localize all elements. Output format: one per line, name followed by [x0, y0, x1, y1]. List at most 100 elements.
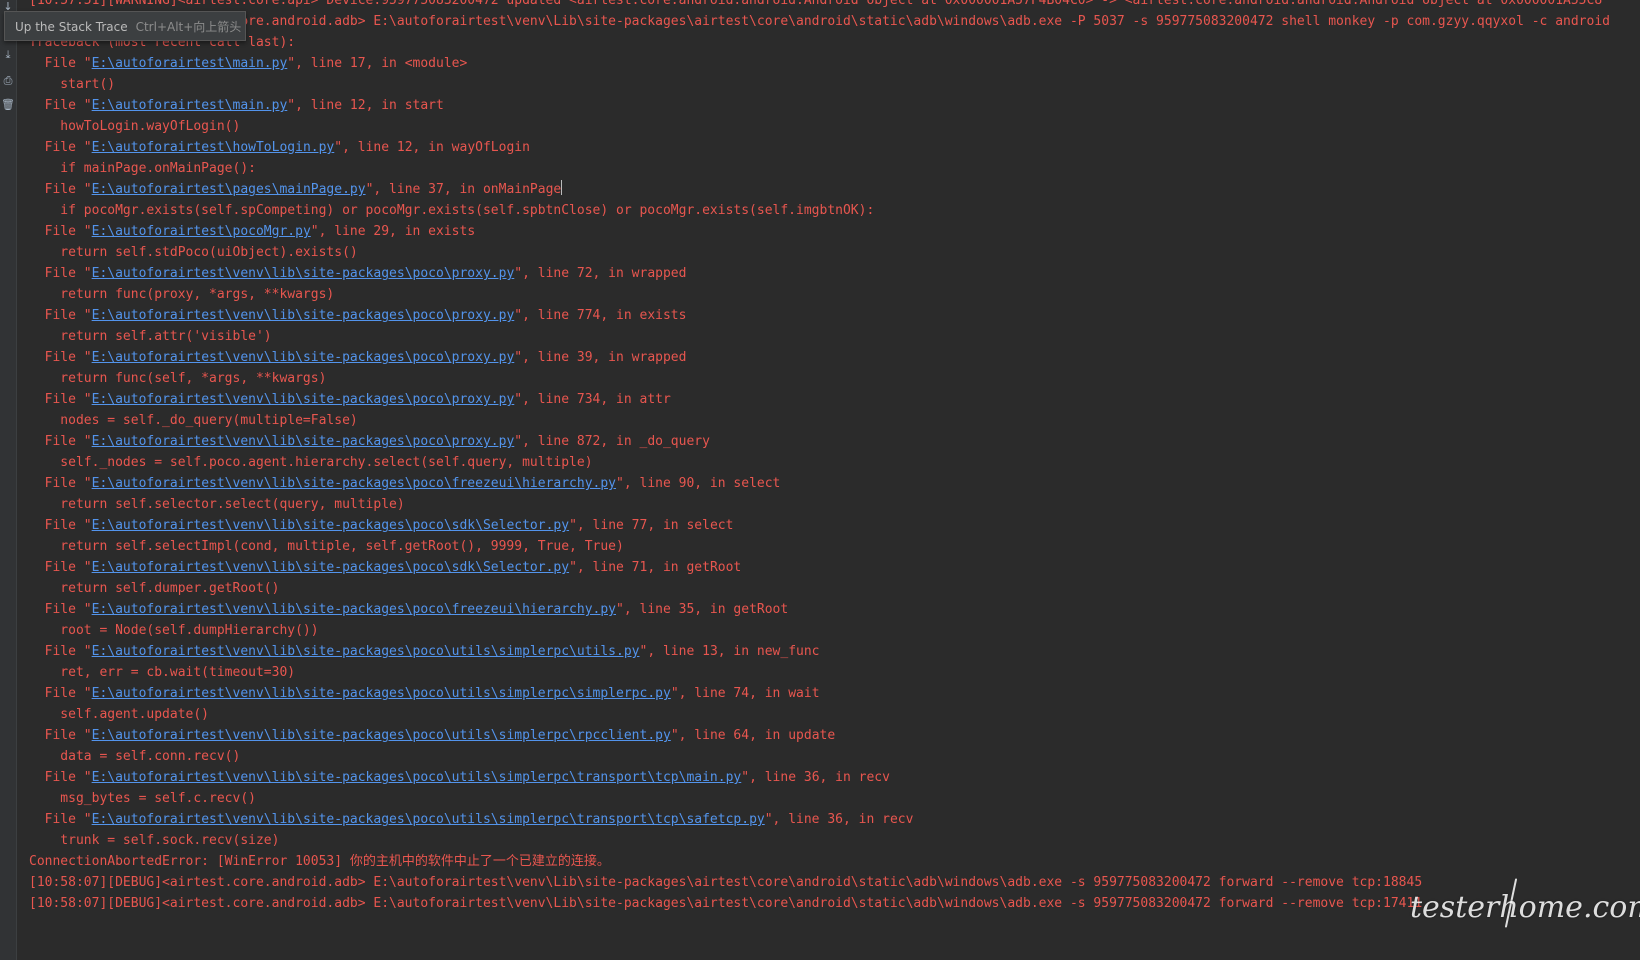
- console-text: File ": [29, 686, 92, 701]
- file-path-link[interactable]: E:\autoforairtest\venv\lib\site-packages…: [92, 308, 515, 323]
- console-line: data = self.conn.recv(): [29, 746, 240, 768]
- console-text: data = self.conn.recv(): [29, 749, 241, 764]
- stack-frame-line: File "E:\autoforairtest\venv\lib\site-pa…: [29, 263, 687, 285]
- print-icon[interactable]: ⎙: [0, 74, 16, 88]
- console-output[interactable]: [10:57:51][WARNING]<airtest.core.api> De…: [29, 0, 1640, 960]
- console-line: return func(proxy, *args, **kwargs): [29, 284, 334, 306]
- console-text: return self.stdPoco(uiObject).exists(): [29, 245, 358, 260]
- stack-frame-line: File "E:\autoforairtest\venv\lib\site-pa…: [29, 557, 742, 579]
- file-path-link[interactable]: E:\autoforairtest\main.py: [92, 98, 288, 113]
- console-text: ", line 37, in onMainPage: [365, 182, 562, 197]
- console-line: [10:58:07][DEBUG]<airtest.core.android.a…: [29, 893, 1422, 915]
- console-text: [10:57:51][DEBUG]<airtest.core.android.a…: [29, 14, 1610, 29]
- stack-trace-tooltip: Up the Stack Trace Ctrl+Alt+向上箭头: [4, 11, 246, 41]
- console-text: File ": [29, 770, 92, 785]
- console-text: self._nodes = self.poco.agent.hierarchy.…: [29, 455, 593, 470]
- file-path-link[interactable]: E:\autoforairtest\pages\mainPage.py: [92, 182, 366, 197]
- error-message-text: 你的主机中的软件中止了一个已建立的连接。: [349, 854, 610, 869]
- console-text: File ": [29, 728, 92, 743]
- stack-frame-line: File "E:\autoforairtest\venv\lib\site-pa…: [29, 767, 890, 789]
- console-text: ret, err = cb.wait(timeout=30): [29, 665, 296, 680]
- console-line: return func(self, *args, **kwargs): [29, 368, 326, 390]
- console-text: ", line 71, in getRoot: [569, 560, 742, 575]
- console-text: howToLogin.wayOfLogin(): [29, 119, 241, 134]
- console-text: return self.selector.select(query, multi…: [29, 497, 405, 512]
- console-text: ", line 12, in start: [287, 98, 444, 113]
- file-path-link[interactable]: E:\autoforairtest\venv\lib\site-packages…: [92, 434, 515, 449]
- console-text: ", line 734, in attr: [514, 392, 671, 407]
- console-text: File ": [29, 224, 92, 239]
- console-line: nodes = self._do_query(multiple=False): [29, 410, 358, 432]
- file-path-link[interactable]: E:\autoforairtest\venv\lib\site-packages…: [92, 266, 515, 281]
- file-path-link[interactable]: E:\autoforairtest\venv\lib\site-packages…: [92, 560, 569, 575]
- file-path-link[interactable]: E:\autoforairtest\venv\lib\site-packages…: [92, 392, 515, 407]
- console-text: File ": [29, 308, 92, 323]
- console-text: File ": [29, 98, 92, 113]
- console-line: return self.dumper.getRoot(): [29, 578, 279, 600]
- stack-frame-line: File "E:\autoforairtest\venv\lib\site-pa…: [29, 389, 671, 411]
- console-line: return self.attr('visible'): [29, 326, 271, 348]
- stack-frame-line: File "E:\autoforairtest\venv\lib\site-pa…: [29, 809, 914, 831]
- console-line: if pocoMgr.exists(self.spCompeting) or p…: [29, 200, 874, 222]
- console-text: nodes = self._do_query(multiple=False): [29, 413, 358, 428]
- console-line: trunk = self.sock.recv(size): [29, 830, 279, 852]
- console-text: ", line 77, in select: [569, 518, 734, 533]
- file-path-link[interactable]: E:\autoforairtest\venv\lib\site-packages…: [92, 644, 640, 659]
- console-line: msg_bytes = self.c.recv(): [29, 788, 256, 810]
- console-text: [10:58:07][DEBUG]<airtest.core.android.a…: [29, 896, 1423, 911]
- console-text: ", line 12, in wayOfLogin: [334, 140, 530, 155]
- trash-icon[interactable]: 🗑: [0, 98, 16, 112]
- console-text: self.agent.update(): [29, 707, 210, 722]
- file-path-link[interactable]: E:\autoforairtest\venv\lib\site-packages…: [92, 602, 616, 617]
- console-line: start(): [29, 74, 115, 96]
- file-path-link[interactable]: E:\autoforairtest\venv\lib\site-packages…: [92, 518, 569, 533]
- file-path-link[interactable]: E:\autoforairtest\venv\lib\site-packages…: [92, 350, 515, 365]
- console-text: File ": [29, 434, 92, 449]
- console-toolbar: ↓ ≡ ⤓ ⎙ 🗑: [0, 0, 17, 960]
- console-text: ", line 35, in getRoot: [616, 602, 789, 617]
- console-text: ", line 39, in wrapped: [514, 350, 687, 365]
- file-path-link[interactable]: E:\autoforairtest\venv\lib\site-packages…: [92, 812, 765, 827]
- console-text: File ": [29, 350, 92, 365]
- stack-frame-line: File "E:\autoforairtest\pocoMgr.py", lin…: [29, 221, 476, 243]
- file-path-link[interactable]: E:\autoforairtest\venv\lib\site-packages…: [92, 476, 616, 491]
- file-path-link[interactable]: E:\autoforairtest\howToLogin.py: [92, 140, 335, 155]
- scroll-to-end-icon[interactable]: ⤓: [0, 48, 16, 62]
- console-line: self.agent.update(): [29, 704, 209, 726]
- console-text: if mainPage.onMainPage():: [29, 161, 256, 176]
- console-text: [10:58:07][DEBUG]<airtest.core.android.a…: [29, 875, 1423, 890]
- console-text: ", line 64, in update: [670, 728, 836, 743]
- stack-frame-line: File "E:\autoforairtest\venv\lib\site-pa…: [29, 683, 820, 705]
- stack-frame-line: File "E:\autoforairtest\venv\lib\site-pa…: [29, 725, 836, 747]
- console-text: File ": [29, 56, 92, 71]
- console-line: return self.selectImpl(cond, multiple, s…: [29, 536, 624, 558]
- console-text: trunk = self.sock.recv(size): [29, 833, 280, 848]
- stack-frame-line: File "E:\autoforairtest\venv\lib\site-pa…: [29, 515, 734, 537]
- file-path-link[interactable]: E:\autoforairtest\main.py: [92, 56, 288, 71]
- tooltip-title: Up the Stack Trace: [15, 20, 128, 34]
- console-line: ret, err = cb.wait(timeout=30): [29, 662, 295, 684]
- console-line: howToLogin.wayOfLogin(): [29, 116, 240, 138]
- text-caret: [561, 180, 563, 195]
- console-text: ", line 872, in _do_query: [514, 434, 710, 449]
- file-path-link[interactable]: E:\autoforairtest\pocoMgr.py: [92, 224, 311, 239]
- watermark: testerhome.com: [1410, 890, 1640, 925]
- file-path-link[interactable]: E:\autoforairtest\venv\lib\site-packages…: [92, 686, 671, 701]
- console-line: self._nodes = self.poco.agent.hierarchy.…: [29, 452, 593, 474]
- console-text: File ": [29, 392, 92, 407]
- console-text: File ": [29, 476, 92, 491]
- stack-frame-line: File "E:\autoforairtest\venv\lib\site-pa…: [29, 473, 781, 495]
- stack-frame-line: File "E:\autoforairtest\venv\lib\site-pa…: [29, 431, 710, 453]
- console-text: File ": [29, 812, 92, 827]
- tooltip-shortcut: Ctrl+Alt+向上箭头: [135, 20, 242, 34]
- console-text: ", line 29, in exists: [310, 224, 476, 239]
- console-text: return self.selectImpl(cond, multiple, s…: [29, 539, 624, 554]
- file-path-link[interactable]: E:\autoforairtest\venv\lib\site-packages…: [92, 728, 671, 743]
- file-path-link[interactable]: E:\autoforairtest\venv\lib\site-packages…: [92, 770, 742, 785]
- stack-frame-line: File "E:\autoforairtest\venv\lib\site-pa…: [29, 305, 687, 327]
- console-text: start(): [29, 77, 116, 92]
- console-text: root = Node(self.dumpHierarchy()): [29, 623, 319, 638]
- console-text: File ": [29, 182, 92, 197]
- console-text: File ": [29, 644, 92, 659]
- console-text: File ": [29, 560, 92, 575]
